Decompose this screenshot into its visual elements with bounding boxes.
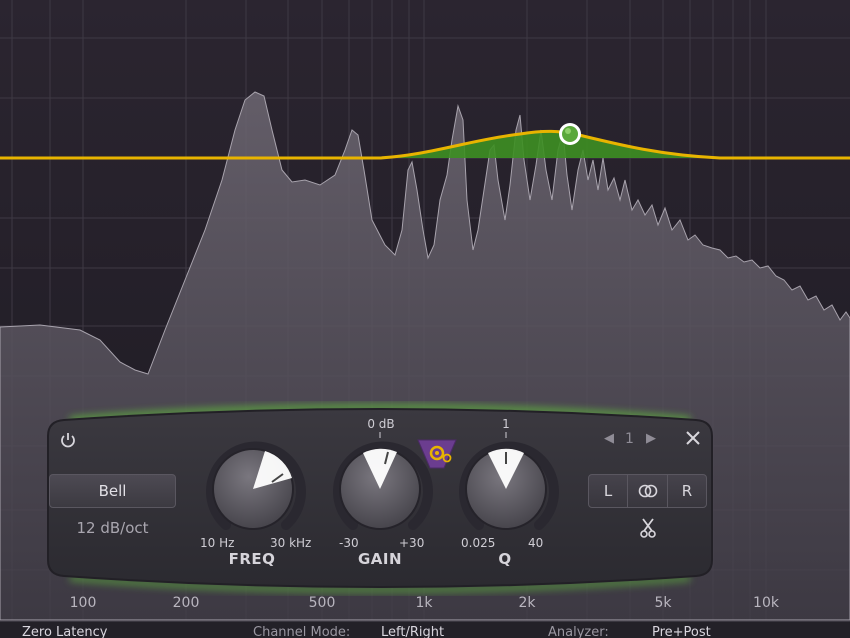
analyzer-label: Analyzer: xyxy=(548,625,609,638)
band-index: 1 xyxy=(625,431,634,447)
stereo-left-button[interactable]: L xyxy=(588,474,628,508)
channel-mode-label: Channel Mode: xyxy=(253,625,350,638)
freq-label-1k: 1k xyxy=(415,595,432,611)
gain-knob-label: GAIN xyxy=(358,550,402,568)
split-band-button[interactable] xyxy=(633,513,663,543)
freq-knob-label: FREQ xyxy=(229,550,276,568)
eq-display[interactable] xyxy=(0,0,850,638)
freq-label-10k: 10k xyxy=(753,595,779,611)
freq-max-label: 30 kHz xyxy=(270,536,311,550)
channel-mode-value[interactable]: Left/Right xyxy=(381,625,444,638)
band-slope[interactable]: 12 dB/oct xyxy=(49,519,176,537)
band-node[interactable] xyxy=(559,123,581,145)
close-icon xyxy=(685,430,701,446)
band-shape-button[interactable]: Bell xyxy=(49,474,176,508)
gain-max-label: +30 xyxy=(399,536,424,550)
q-knob-label: Q xyxy=(498,550,511,568)
stereo-link-button[interactable] xyxy=(627,474,668,508)
freq-label-100: 100 xyxy=(70,595,97,611)
next-band-icon[interactable]: ▶ xyxy=(646,431,656,446)
gain-center-label: 0 dB xyxy=(367,417,394,431)
freq-min-label: 10 Hz xyxy=(200,536,234,550)
prev-band-icon[interactable]: ◀ xyxy=(604,431,614,446)
freq-label-200: 200 xyxy=(173,595,200,611)
stereo-link-icon xyxy=(636,484,660,498)
freq-label-5k: 5k xyxy=(654,595,671,611)
freq-knob[interactable] xyxy=(211,446,301,529)
freq-label-2k: 2k xyxy=(518,595,535,611)
latency-mode-button[interactable]: Zero Latency xyxy=(22,625,107,638)
status-bar: Zero Latency Channel Mode: Left/Right An… xyxy=(0,621,850,638)
gain-min-label: -30 xyxy=(339,536,359,550)
q-max-label: 40 xyxy=(528,536,543,550)
scissors-icon xyxy=(639,517,657,539)
band-enable-button[interactable] xyxy=(53,425,83,455)
freq-label-500: 500 xyxy=(309,595,336,611)
analyzer-value[interactable]: Pre+Post xyxy=(652,625,711,638)
q-min-label: 0.025 xyxy=(461,536,495,550)
stereo-right-button[interactable]: R xyxy=(667,474,707,508)
q-center-label: 1 xyxy=(502,417,510,431)
power-icon xyxy=(59,431,77,449)
eq-window: 100 200 500 1k 2k 5k 10k Bell 12 dB/oct … xyxy=(0,0,850,638)
close-band-button[interactable] xyxy=(678,423,708,453)
